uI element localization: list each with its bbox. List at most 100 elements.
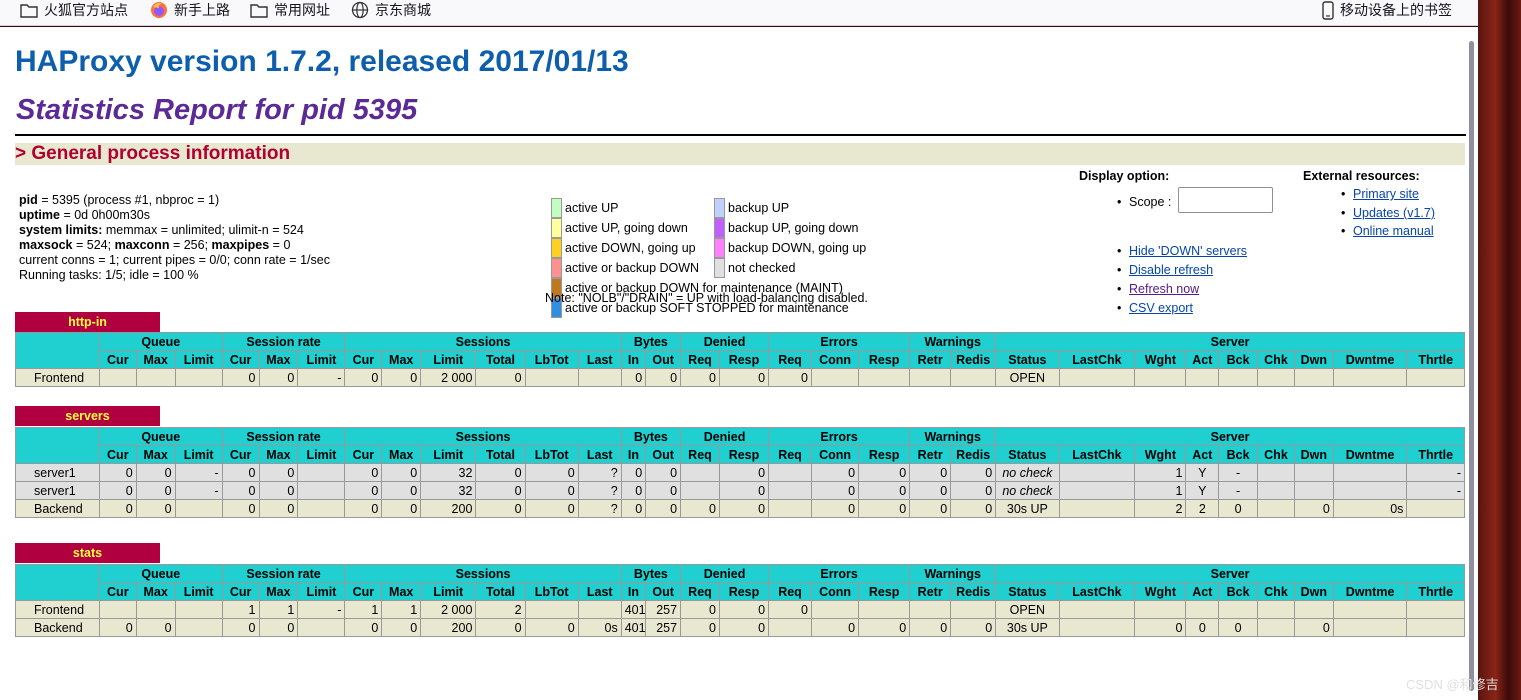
table-cell: 0 xyxy=(381,463,422,482)
disable-refresh-link[interactable]: Disable refresh xyxy=(1129,263,1213,277)
bookmark-item-mobile[interactable]: 移动设备上的书签 xyxy=(1322,0,1452,20)
group-header: Queue xyxy=(98,332,223,351)
table-cell xyxy=(1058,463,1136,482)
column-header: Thrtle xyxy=(1406,445,1465,464)
proxy-title: http-in xyxy=(15,312,160,332)
table-cell: OPEN xyxy=(995,368,1060,387)
table-cell xyxy=(1332,368,1408,387)
table-cell: 0 xyxy=(475,481,526,500)
table-cell: - xyxy=(1218,481,1259,500)
column-header-row: Cur Max Limit Cur Max Limit Cur Max Limit Total Lb… xyxy=(16,350,1465,369)
table-cell: 0 xyxy=(258,481,299,500)
bookmark-item-2[interactable]: 新手上路 xyxy=(150,0,230,20)
table-cell: 30s UP xyxy=(995,618,1060,637)
column-header: Cur xyxy=(98,445,137,464)
group-header: Sessions xyxy=(344,427,622,446)
group-header: Sessions xyxy=(344,564,622,583)
external-resources: External resources: Primary site Updates… xyxy=(1303,169,1435,238)
display-heading: Display option: xyxy=(1079,169,1170,183)
table-cell xyxy=(135,368,176,387)
column-header: Last xyxy=(577,445,622,464)
table-cell: 257 xyxy=(645,600,682,619)
refresh-now-link[interactable]: Refresh now xyxy=(1129,282,1199,296)
table-cell xyxy=(909,600,952,619)
table-cell: 0 xyxy=(135,499,176,518)
table-cell xyxy=(174,499,223,518)
column-header: Limit xyxy=(420,445,477,464)
table-cell xyxy=(1185,368,1220,387)
table-cell: 0 xyxy=(620,481,647,500)
hide-down-servers-link[interactable]: Hide 'DOWN' servers xyxy=(1129,244,1247,258)
vertical-scrollbar[interactable] xyxy=(1469,41,1474,691)
table-cell xyxy=(1257,618,1295,637)
column-header: Dwntme xyxy=(1332,350,1408,369)
table-row: Frontend 1 1-1 1 2 000 2 401 257 0 0 0 OPEN xyxy=(15,600,1465,619)
table-cell xyxy=(98,368,137,387)
table-cell xyxy=(768,481,812,500)
column-header: Out xyxy=(645,445,682,464)
table-cell xyxy=(1218,600,1259,619)
mobile-icon xyxy=(1322,0,1334,20)
column-header: Req xyxy=(768,350,812,369)
pid-label: pid xyxy=(19,193,38,207)
column-header: Resp xyxy=(858,350,911,369)
table-cell: 0 xyxy=(1293,618,1334,637)
maxsock-label: maxsock xyxy=(19,238,73,252)
column-header: Cur xyxy=(344,350,383,369)
column-header: Limit xyxy=(297,582,346,601)
table-cell xyxy=(1218,368,1259,387)
table-cell xyxy=(1293,368,1334,387)
column-header: Dwntme xyxy=(1332,445,1408,464)
table-cell xyxy=(1332,600,1408,619)
corner-cell xyxy=(15,427,100,464)
table-cell: 0 xyxy=(680,368,720,387)
column-header: Conn xyxy=(810,582,860,601)
group-header: Queue xyxy=(98,564,223,583)
table-row: Backend 0 0 0 0 0 0 200 0 0? 0 0 0 0 0 0 0 0 30s UP 2 2 0 0 0s xyxy=(15,499,1465,518)
display-options: Display option: Scope : Hide 'DOWN' serv… xyxy=(1079,169,1273,315)
table-cell: 0 xyxy=(909,481,952,500)
table-cell: 0 xyxy=(475,618,526,637)
table-cell xyxy=(768,463,812,482)
table-cell xyxy=(1257,481,1295,500)
scope-input[interactable] xyxy=(1178,187,1273,213)
table-cell: ? xyxy=(577,499,622,518)
table-cell xyxy=(1257,600,1295,619)
bookmark-item-4[interactable]: 京东商城 xyxy=(351,0,431,20)
table-cell: 0 xyxy=(768,600,812,619)
column-header: LastChk xyxy=(1058,350,1136,369)
table-cell: 0 xyxy=(718,499,770,518)
column-header: Out xyxy=(645,582,682,601)
column-header: Max xyxy=(258,582,299,601)
table-cell xyxy=(1058,481,1136,500)
csv-export-link[interactable]: CSV export xyxy=(1129,301,1193,315)
online-manual-link[interactable]: Online manual xyxy=(1353,224,1434,238)
column-header: Resp xyxy=(718,350,770,369)
column-header: Thrtle xyxy=(1406,582,1465,601)
proxy-table: Queue Session rate Sessions Bytes Denied Erro… xyxy=(15,427,1465,518)
bookmark-item-3[interactable]: 常用网址 xyxy=(250,0,330,20)
table-cell: 0 xyxy=(858,618,911,637)
group-header: Bytes xyxy=(620,332,682,351)
table-cell xyxy=(1058,368,1136,387)
legend-swatch xyxy=(551,218,562,238)
table-cell: 257 xyxy=(645,618,682,637)
group-header: Server xyxy=(995,332,1465,351)
column-header: Limit xyxy=(297,350,346,369)
column-header: Cur xyxy=(98,350,137,369)
primary-site-link[interactable]: Primary site xyxy=(1353,187,1419,201)
tasks-info: Running tasks: 1/5; idle = 100 % xyxy=(19,268,199,282)
column-header: Limit xyxy=(420,350,477,369)
column-header: Chk xyxy=(1257,445,1295,464)
table-cell xyxy=(810,368,860,387)
table-cell xyxy=(1134,600,1187,619)
watermark: CSDN @和修吉 xyxy=(1406,677,1499,692)
updates-link[interactable]: Updates (v1.7) xyxy=(1353,206,1435,220)
table-cell: 401 xyxy=(620,618,647,637)
maxpipes-value: = 0 xyxy=(269,238,291,252)
table-cell: no check xyxy=(995,481,1060,500)
group-header: Session rate xyxy=(221,564,346,583)
bookmark-item-1[interactable]: 火狐官方站点 xyxy=(20,0,128,20)
table-cell xyxy=(810,600,860,619)
column-header: Max xyxy=(135,350,176,369)
